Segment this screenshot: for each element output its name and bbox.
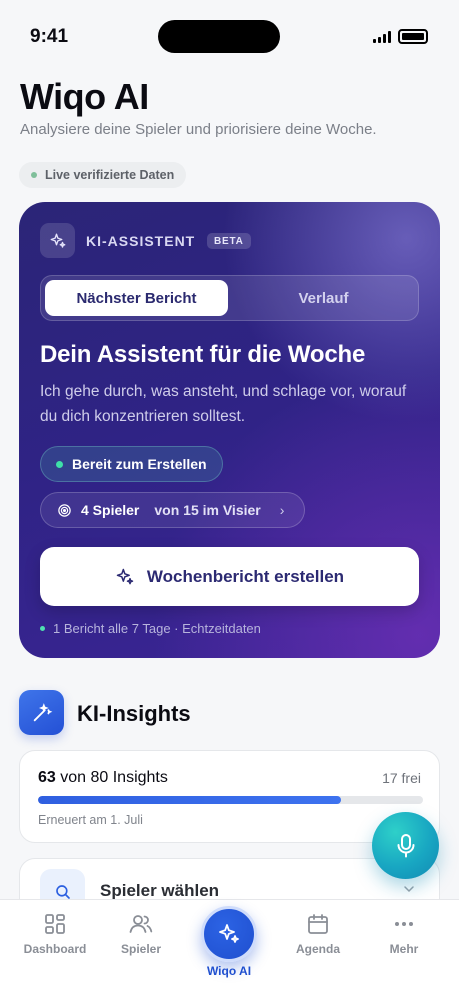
calendar-icon (308, 914, 328, 934)
sparkles-icon (40, 223, 75, 258)
users-icon (129, 915, 153, 933)
page-title: Wiqo AI (20, 76, 149, 117)
grid-icon (45, 914, 65, 934)
magic-wand-icon (19, 690, 64, 735)
more-icon (395, 922, 413, 926)
chevron-right-icon: › (279, 502, 285, 518)
status-time: 9:41 (30, 26, 69, 47)
live-badge-label: Live verifizierte Daten (45, 168, 175, 182)
tab-history[interactable]: Verlauf (232, 280, 415, 316)
focus-rest: von 15 im Visier (154, 502, 261, 518)
tab-agenda[interactable]: Agenda (278, 912, 358, 956)
insights-progress-bar (38, 796, 423, 804)
microphone-icon (397, 833, 414, 857)
sparkles-icon (219, 924, 239, 943)
assistant-heading: Dein Assistent für die Woche (40, 341, 366, 368)
ready-status-label: Bereit zum Erstellen (72, 456, 207, 472)
voice-input-button[interactable] (372, 812, 439, 879)
target-icon (58, 503, 71, 517)
page-subtitle: Analysiere deine Spieler und priorisiere… (20, 121, 377, 138)
create-weekly-report-button[interactable]: Wochenbericht erstellen (40, 547, 419, 606)
report-segmented-control: Nächster Bericht Verlauf (40, 275, 419, 321)
beta-badge: BETA (207, 233, 251, 249)
select-player-label: Spieler wählen (100, 881, 220, 900)
signal-icon (373, 31, 391, 43)
sparkles-icon (116, 568, 134, 584)
tab-dashboard-label: Dashboard (23, 942, 87, 956)
tab-agenda-label: Agenda (295, 942, 340, 956)
chevron-down-icon (404, 886, 414, 893)
focus-players-chip[interactable]: 4 Spieler von 15 im Visier › (40, 492, 305, 528)
tab-players-label: Spieler (120, 942, 162, 956)
insights-used-count: 63 (38, 769, 56, 786)
status-dot-icon (40, 626, 45, 631)
insights-title: KI-Insights (77, 701, 191, 726)
status-bar: 9:41 (0, 0, 459, 70)
tab-more[interactable]: Mehr (364, 912, 444, 956)
focus-count: 4 Spieler (81, 502, 140, 518)
tab-dashboard[interactable]: Dashboard (15, 912, 95, 956)
insights-used-suffix: von 80 Insights (60, 769, 168, 786)
battery-icon (398, 29, 428, 44)
tab-next-report[interactable]: Nächster Bericht (45, 280, 228, 316)
tab-more-label: Mehr (389, 942, 419, 956)
tab-wiqo-ai-label: Wiqo AI (206, 964, 252, 978)
assistant-label: KI-ASSISTENT (86, 233, 196, 249)
assistant-description: Ich gehe durch, was ansteht, und schlage… (40, 383, 407, 425)
dynamic-island (158, 20, 280, 53)
insights-progress-fill (38, 796, 342, 804)
live-dot-icon (31, 172, 37, 178)
tab-players[interactable]: Spieler (101, 912, 181, 956)
create-button-label: Wochenbericht erstellen (146, 566, 345, 586)
insights-free: 17 frei (382, 770, 421, 786)
status-dot-icon (56, 460, 63, 468)
report-frequency-note: 1 Bericht alle 7 Tage · Echtzeitdaten (40, 621, 261, 636)
ready-status-badge: Bereit zum Erstellen (40, 446, 223, 482)
insights-renewed: Erneuert am 1. Juli (38, 813, 143, 827)
assistant-card: KI-ASSISTENT BETA Nächster Bericht Verla… (19, 202, 440, 658)
insights-used: 63 von 80 Insights (38, 769, 168, 787)
live-data-badge: Live verifizierte Daten (19, 162, 187, 188)
tab-wiqo-ai[interactable] (201, 906, 257, 962)
footer-note-label: 1 Bericht alle 7 Tage · Echtzeitdaten (53, 621, 261, 636)
